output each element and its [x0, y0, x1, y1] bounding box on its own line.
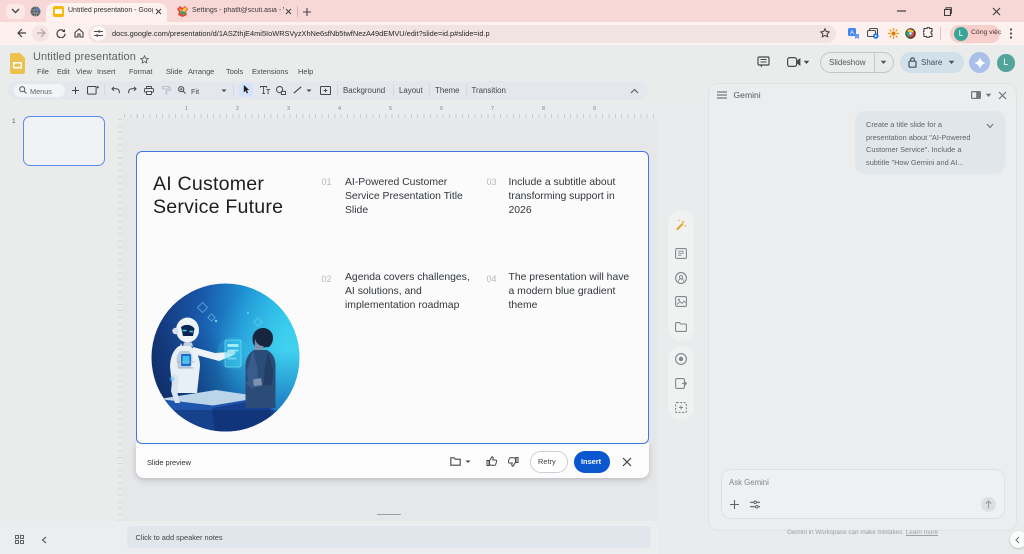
svg-text:A: A [850, 30, 854, 36]
